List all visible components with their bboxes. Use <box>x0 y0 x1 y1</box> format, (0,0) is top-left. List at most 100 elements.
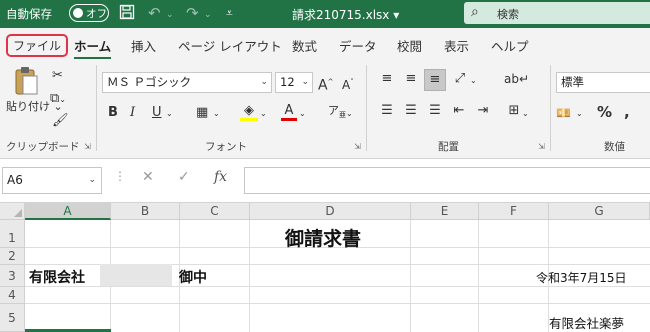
cell-b3-fill[interactable] <box>100 264 172 286</box>
underline-button[interactable]: U <box>152 103 162 123</box>
tab-review[interactable]: 校閲 <box>397 36 422 55</box>
insert-function-button[interactable]: fx <box>214 169 227 185</box>
font-color-icon[interactable]: A <box>281 101 297 121</box>
undo-icon[interactable]: ↶ <box>148 4 161 22</box>
cell-c3[interactable]: 御中 <box>179 267 207 287</box>
more-options-icon[interactable]: ⋮ <box>114 169 126 183</box>
tab-page-layout[interactable]: ページ レイアウト <box>178 36 282 55</box>
merge-center-icon[interactable]: ⊞ <box>504 101 524 121</box>
tab-insert[interactable]: 挿入 <box>131 36 156 55</box>
row-header-2[interactable]: 2 <box>0 248 25 265</box>
fill-color-icon[interactable]: ◈ <box>240 101 258 121</box>
column-header-g[interactable]: G <box>549 203 650 220</box>
group-divider <box>96 65 97 151</box>
align-center-icon[interactable]: ☰ <box>401 101 421 121</box>
title-bar: 自動保存 オフ ↶ ⌄ ↷ ⌄ ⩡ 請求210715.xlsx ▾ ⌕ 検索 <box>0 0 650 28</box>
paste-icon[interactable] <box>13 65 39 97</box>
tab-view[interactable]: 表示 <box>444 36 469 55</box>
chevron-down-icon: ⌄ <box>301 77 309 87</box>
borders-dropdown-icon[interactable]: ⌄ <box>213 104 220 124</box>
cell-d1-title[interactable]: 御請求書 <box>285 224 361 251</box>
format-painter-icon[interactable]: 🖌 <box>52 111 69 131</box>
bold-button[interactable]: B <box>108 103 118 123</box>
customize-toolbar-icon[interactable]: ⩡ <box>226 4 233 22</box>
cell-g3[interactable]: 令和3年7月15日 <box>536 269 627 286</box>
increase-indent-icon[interactable]: ⇥ <box>473 101 493 121</box>
column-header-e[interactable]: E <box>411 203 479 220</box>
column-header-b[interactable]: B <box>111 203 180 220</box>
merge-dropdown-icon[interactable]: ⌄ <box>522 104 529 124</box>
font-color-dropdown-icon[interactable]: ⌄ <box>299 104 306 124</box>
enter-icon[interactable]: ✓ <box>178 169 190 185</box>
gridline <box>25 286 650 287</box>
align-bottom-icon[interactable]: ≡ <box>424 69 446 91</box>
align-left-icon[interactable]: ☰ <box>377 101 397 121</box>
tab-formulas[interactable]: 数式 <box>292 36 317 55</box>
search-label: 検索 <box>497 8 519 21</box>
formula-input[interactable] <box>244 167 650 194</box>
save-icon[interactable] <box>119 4 135 24</box>
decrease-font-icon[interactable]: A˅ <box>342 72 354 95</box>
fill-color-dropdown-icon[interactable]: ⌄ <box>260 104 267 124</box>
increase-font-icon[interactable]: A^ <box>318 72 333 96</box>
autosave-state: オフ <box>86 8 107 20</box>
align-top-icon[interactable]: ≡ <box>377 69 397 89</box>
cell-g5[interactable]: 有限会社楽夢 <box>549 313 624 332</box>
align-middle-icon[interactable]: ≡ <box>401 69 421 89</box>
cancel-icon[interactable]: ✕ <box>142 169 154 185</box>
font-name-select[interactable]: ＭＳ Ｐゴシック ⌄ <box>102 72 272 93</box>
alignment-launcher-icon[interactable]: ⇲ <box>538 142 545 151</box>
orientation-icon[interactable]: ⤢ <box>450 69 470 89</box>
name-box[interactable]: A6 ⌄ <box>2 167 102 194</box>
currency-format-icon[interactable]: 💴 <box>556 103 571 123</box>
decrease-indent-icon[interactable]: ⇤ <box>449 101 469 121</box>
tab-file[interactable]: ファイル <box>6 34 69 57</box>
alignment-group-label: 配置 <box>438 141 459 153</box>
column-header-d[interactable]: D <box>250 203 411 220</box>
tab-help[interactable]: ヘルプ <box>491 36 529 55</box>
search-box[interactable]: ⌕ 検索 <box>464 2 650 24</box>
font-launcher-icon[interactable]: ⇲ <box>354 142 361 151</box>
align-right-icon[interactable]: ☰ <box>425 101 445 121</box>
group-divider <box>366 65 367 151</box>
ribbon-tabs: ファイル ホーム 挿入 ページ レイアウト 数式 データ 校閲 表示 ヘルプ <box>0 28 650 60</box>
group-divider <box>550 65 551 151</box>
row-header-5[interactable]: 5 <box>0 304 25 332</box>
select-all-button[interactable] <box>0 203 25 220</box>
redo-icon[interactable]: ↷ <box>186 4 199 22</box>
file-name[interactable]: 請求210715.xlsx ▾ <box>292 6 399 23</box>
italic-button[interactable]: I <box>130 103 135 123</box>
worksheet-grid[interactable]: A B C D E F G 1 2 3 4 5 御請求書 有限会社 御中 令和3… <box>0 203 650 332</box>
gridline <box>25 303 650 304</box>
tab-home[interactable]: ホーム <box>74 36 112 60</box>
search-icon: ⌕ <box>471 4 479 20</box>
percent-icon[interactable]: % <box>597 102 612 122</box>
tab-data[interactable]: データ <box>339 36 377 55</box>
undo-dropdown-icon[interactable]: ⌄ <box>166 6 174 24</box>
clipboard-launcher-icon[interactable]: ⇲ <box>84 142 91 151</box>
redo-dropdown-icon[interactable]: ⌄ <box>204 6 212 24</box>
orientation-dropdown-icon[interactable]: ⌄ <box>470 71 477 91</box>
toggle-knob <box>73 8 83 18</box>
cut-icon[interactable]: ✂ <box>52 66 63 86</box>
phonetic-guide-icon[interactable]: ア亜 <box>328 101 346 125</box>
column-header-c[interactable]: C <box>180 203 250 220</box>
currency-dropdown-icon[interactable]: ⌄ <box>576 104 583 124</box>
gridline <box>478 220 479 332</box>
row-header-3[interactable]: 3 <box>0 265 25 287</box>
cell-a3[interactable]: 有限会社 <box>29 267 85 287</box>
copy-icon[interactable]: ⧉⌄ <box>50 89 66 110</box>
underline-dropdown-icon[interactable]: ⌄ <box>166 104 173 124</box>
column-header-f[interactable]: F <box>479 203 549 220</box>
wrap-text-icon[interactable]: ab↵ <box>504 69 529 89</box>
autosave-label: 自動保存 <box>6 7 52 21</box>
row-header-4[interactable]: 4 <box>0 287 25 304</box>
font-size-select[interactable]: 12 ⌄ <box>275 72 313 93</box>
column-header-a[interactable]: A <box>25 203 111 220</box>
number-format-select[interactable]: 標準 <box>556 72 650 93</box>
phonetic-dropdown-icon[interactable]: ⌄ <box>346 104 353 124</box>
autosave-toggle[interactable]: オフ <box>69 4 109 22</box>
row-header-1[interactable]: 1 <box>0 220 25 248</box>
comma-style-icon[interactable]: , <box>624 102 630 122</box>
borders-icon[interactable]: ▦ <box>196 103 208 123</box>
